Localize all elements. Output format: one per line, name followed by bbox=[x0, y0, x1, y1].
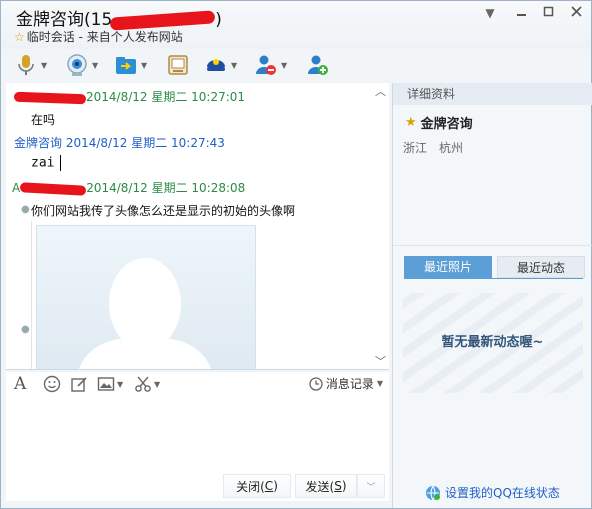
message-timestamp: 2014/8/12 星期二 10:27:01 bbox=[86, 90, 246, 104]
list-bullet: ● bbox=[21, 204, 30, 215]
send-options-button[interactable]: ﹀ bbox=[357, 474, 385, 498]
profile-name[interactable]: ★ 金牌咨询 bbox=[405, 113, 473, 132]
scroll-down-icon[interactable]: ﹀ bbox=[375, 353, 386, 369]
chevron-down-icon: ▼ bbox=[154, 379, 161, 389]
session-subtitle: ☆ 临时会话 - 来自个人发布网站 bbox=[14, 28, 183, 45]
voice-call-button[interactable]: ▼ bbox=[14, 52, 47, 78]
add-friend-icon bbox=[306, 53, 330, 77]
file-transfer-button[interactable]: ▼ bbox=[114, 52, 147, 78]
menu-dropdown-icon[interactable]: ▼ bbox=[479, 4, 501, 22]
profile-header: 详细资料 bbox=[393, 83, 592, 105]
profile-panel: 详细资料 ★ 金牌咨询 浙江 杭州 最近照片 最近动态 暂无最新动态喔~ 设置我… bbox=[392, 83, 592, 508]
send-button-label: 发送( bbox=[305, 479, 335, 494]
title-suffix: ) bbox=[215, 10, 222, 30]
send-button[interactable]: 发送(S) bbox=[295, 474, 357, 498]
message-sender: 金牌咨询 bbox=[14, 136, 63, 150]
remote-desktop-button[interactable] bbox=[166, 52, 190, 78]
message-sender: A bbox=[12, 181, 21, 195]
message-text-content: zai bbox=[31, 155, 55, 171]
redacted-sender bbox=[20, 181, 87, 196]
message-header: 2014/8/12 星期二 10:27:01 bbox=[13, 88, 246, 105]
chat-window: 金牌咨询(15) ☆ 临时会话 - 来自个人发布网站 ▼ ▼ ▼ ▼ ▼ ▼ ︿… bbox=[0, 0, 592, 509]
chevron-down-icon: ▼ bbox=[92, 60, 99, 70]
profile-city: 杭州 bbox=[439, 141, 464, 155]
session-subtitle-text: 临时会话 - 来自个人发布网站 bbox=[26, 30, 183, 44]
send-button-tail: ) bbox=[341, 479, 347, 493]
close-button[interactable]: 关闭(C) bbox=[223, 474, 291, 498]
message-text: 你们网站我传了头像怎么还是显示的初始的头像啊 bbox=[31, 204, 296, 218]
chevron-down-icon: ▼ bbox=[41, 60, 48, 70]
font-icon: A bbox=[14, 374, 27, 394]
smiley-icon bbox=[43, 375, 61, 393]
set-online-status-label: 设置我的QQ在线状态 bbox=[445, 486, 560, 500]
profile-name-text: 金牌咨询 bbox=[420, 117, 473, 132]
star-icon: ★ bbox=[405, 115, 417, 130]
block-user-button[interactable]: ▼ bbox=[254, 52, 287, 78]
image-attachment[interactable] bbox=[36, 225, 256, 369]
chevron-down-icon: ▼ bbox=[281, 60, 288, 70]
microphone-icon bbox=[14, 53, 38, 77]
main-toolbar: ▼ ▼ ▼ ▼ ▼ bbox=[1, 49, 591, 81]
scissors-icon bbox=[135, 376, 151, 392]
message-header: 金牌咨询 2014/8/12 星期二 10:27:43 bbox=[14, 134, 225, 151]
add-friend-button[interactable] bbox=[306, 52, 330, 78]
set-online-status-link[interactable]: 设置我的QQ在线状态 bbox=[425, 484, 560, 501]
message-header: A 2014/8/12 星期二 10:28:08 bbox=[12, 179, 245, 196]
message-timestamp: 2014/8/12 星期二 10:27:43 bbox=[65, 136, 225, 150]
maximize-button[interactable] bbox=[537, 4, 559, 22]
send-shortcut-key: S bbox=[334, 479, 342, 493]
message-history-label: 消息记录 bbox=[325, 377, 374, 391]
default-avatar-icon bbox=[78, 258, 212, 369]
globe-icon bbox=[426, 485, 440, 500]
profile-province: 浙江 bbox=[403, 141, 428, 155]
scroll-up-icon[interactable]: ︿ bbox=[375, 83, 386, 99]
chevron-down-icon: ▼ bbox=[117, 379, 124, 389]
message-text: zai bbox=[31, 155, 62, 171]
message-timestamp: 2014/8/12 星期二 10:28:08 bbox=[86, 181, 246, 195]
window-title: 金牌咨询(15) bbox=[16, 5, 222, 31]
file-transfer-icon bbox=[114, 53, 138, 77]
font-button[interactable]: A bbox=[14, 374, 26, 394]
redacted-sender bbox=[13, 91, 87, 104]
video-camera-icon bbox=[65, 53, 89, 77]
list-bullet: ● bbox=[21, 324, 30, 335]
block-user-icon bbox=[254, 53, 278, 77]
app-icon bbox=[204, 53, 228, 77]
remote-desktop-icon bbox=[166, 53, 190, 77]
contact-name: 金牌咨询(15 bbox=[16, 10, 113, 30]
input-toolbar: A ▼ ▼ 消息记录 ▼ bbox=[6, 372, 389, 396]
tab-underline bbox=[404, 278, 583, 279]
chevron-down-icon: ▼ bbox=[231, 60, 238, 70]
emoji-button[interactable] bbox=[43, 374, 61, 394]
edit-icon bbox=[71, 377, 87, 392]
image-send-button[interactable]: ▼ bbox=[97, 374, 123, 394]
chevron-down-icon: ▼ bbox=[141, 60, 148, 70]
empty-state-text: 暂无最新动态喔~ bbox=[441, 335, 544, 350]
clock-icon bbox=[309, 376, 323, 391]
apps-button[interactable]: ▼ bbox=[204, 52, 237, 78]
close-shortcut-key: C bbox=[264, 479, 274, 493]
chevron-down-icon: ﹀ bbox=[366, 482, 376, 493]
close-window-button[interactable] bbox=[565, 4, 587, 22]
panel-divider bbox=[393, 245, 592, 246]
pane-divider[interactable] bbox=[6, 369, 389, 370]
chat-history[interactable]: ︿ 2014/8/12 星期二 10:27:01 在吗 金牌咨询 2014/8/… bbox=[6, 83, 389, 369]
star-icon: ☆ bbox=[14, 30, 25, 44]
text-cursor bbox=[60, 155, 62, 171]
title-bar: 金牌咨询(15) ☆ 临时会话 - 来自个人发布网站 ▼ bbox=[1, 1, 591, 49]
tab-recent-activity[interactable]: 最近动态 bbox=[497, 256, 585, 278]
chevron-down-icon: ▼ bbox=[376, 379, 383, 388]
message-history-button[interactable]: 消息记录 ▼ bbox=[309, 375, 383, 392]
message-thread-line bbox=[31, 221, 32, 369]
picture-icon bbox=[97, 377, 115, 391]
edit-button[interactable] bbox=[70, 374, 88, 394]
tab-recent-photos[interactable]: 最近照片 bbox=[404, 256, 492, 278]
message-text: 在吗 bbox=[31, 113, 56, 127]
minimize-button[interactable] bbox=[510, 4, 532, 22]
close-button-tail: ) bbox=[273, 479, 278, 493]
close-button-label: 关闭( bbox=[236, 479, 265, 494]
video-call-button[interactable]: ▼ bbox=[65, 52, 98, 78]
screenshot-button[interactable]: ▼ bbox=[134, 374, 160, 394]
